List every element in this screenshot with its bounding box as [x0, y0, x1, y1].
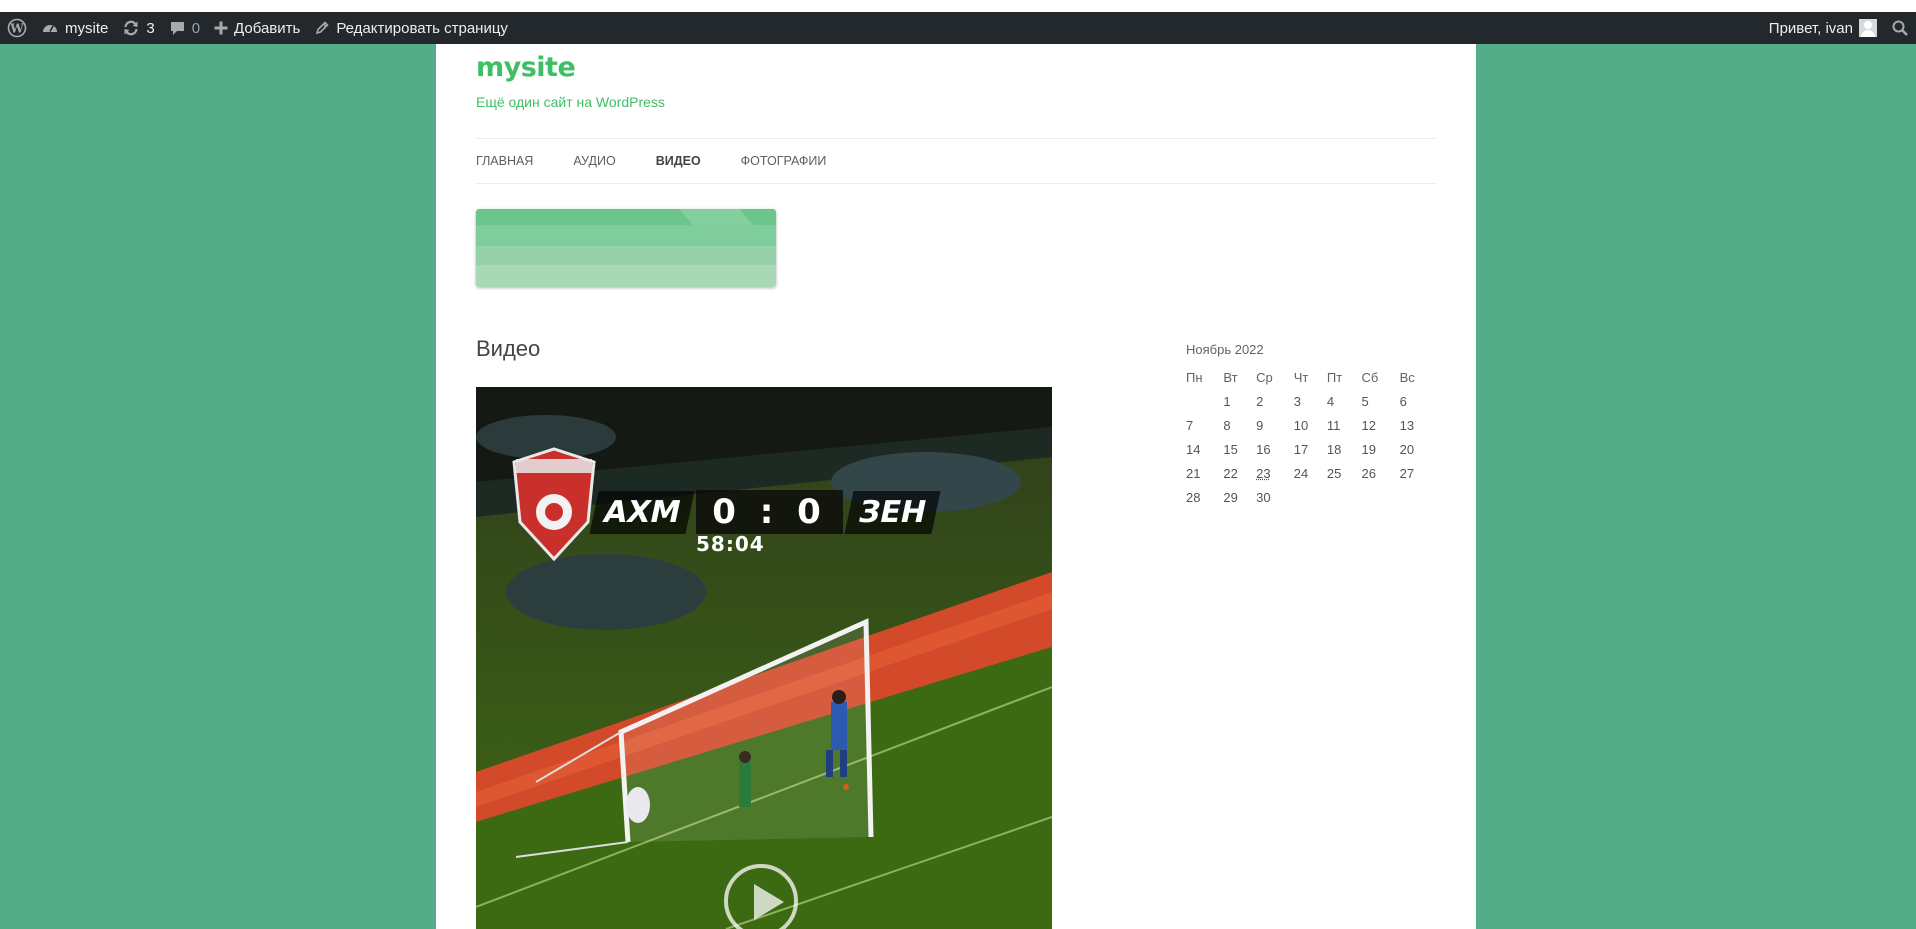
updates-icon	[124, 20, 138, 36]
calendar-day: 4	[1326, 393, 1335, 409]
weekday-header: Ср	[1256, 369, 1273, 385]
page-title: Видео	[476, 336, 541, 361]
plus-icon	[214, 21, 228, 35]
site-description: Ещё один сайт на WordPress	[476, 94, 665, 110]
calendar-day	[1400, 485, 1434, 509]
calendar-day: 22	[1223, 465, 1238, 481]
calendar-day: 24	[1293, 465, 1309, 481]
calendar-day: 19	[1361, 441, 1376, 457]
calendar-day: 13	[1399, 417, 1415, 433]
calendar-day: 15	[1223, 441, 1238, 457]
match-time-label: 58:04	[696, 532, 765, 556]
calendar-day	[1327, 485, 1362, 509]
calendar-day	[1294, 485, 1327, 509]
calendar-day: 14	[1186, 441, 1201, 457]
updates-menu[interactable]: 3	[115, 12, 161, 44]
main-navigation: ГЛАВНАЯ АУДИО ВИДЕО ФОТОГРАФИИ	[476, 138, 1436, 184]
add-new-label: Добавить	[234, 19, 301, 37]
site-name-label: mysite	[65, 19, 109, 37]
nav-item-audio[interactable]: АУДИО	[573, 154, 615, 168]
video-thumbnail	[476, 387, 1052, 929]
calendar-day	[1186, 389, 1223, 413]
calendar-day: 21	[1186, 465, 1201, 481]
comments-menu[interactable]: 0	[162, 12, 207, 44]
calendar-day: 16	[1256, 441, 1271, 457]
calendar-day: 25	[1326, 465, 1342, 481]
site-title-link[interactable]: mysite	[476, 52, 576, 83]
greeting-label: Привет, ivan	[1768, 19, 1853, 37]
calendar-day-today: 23	[1256, 465, 1271, 481]
scoreboard: АХМ 0 : 0 ЗЕН	[589, 487, 941, 537]
nav-item-video[interactable]: ВИДЕО	[656, 154, 701, 168]
calendar-widget: Ноябрь 2022 Пн Вт Ср Чт Пт Сб Вс 1 2 3 4…	[1186, 341, 1436, 509]
calendar-week: 14 15 16 17 18 19 20	[1186, 437, 1434, 461]
calendar-day: 9	[1256, 417, 1264, 433]
calendar-day: 10	[1293, 417, 1309, 433]
avatar	[1859, 19, 1877, 37]
weekday-header: Вт	[1223, 369, 1238, 385]
browser-top-strip	[0, 0, 1916, 12]
calendar-day: 8	[1223, 417, 1231, 433]
admin-bar: W mysite 3 0 Добавить Редактировать стра…	[0, 12, 1916, 44]
my-account-menu[interactable]: Привет, ivan	[1762, 12, 1884, 44]
calendar-day: 7	[1186, 417, 1194, 433]
calendar-day: 1	[1223, 393, 1231, 409]
weekday-header: Сб	[1361, 369, 1379, 385]
weekday-header: Чт	[1293, 369, 1309, 385]
calendar-day: 26	[1361, 465, 1376, 481]
calendar-day: 5	[1361, 393, 1369, 409]
calendar-day: 2	[1256, 393, 1264, 409]
calendar-table: Пн Вт Ср Чт Пт Сб Вс 1 2 3 4 5 6 7 8 9 1…	[1186, 365, 1434, 509]
site-name-menu[interactable]: mysite	[34, 12, 115, 44]
dashboard-icon	[43, 25, 57, 32]
new-content-menu[interactable]: Добавить	[207, 12, 307, 44]
weekday-header: Вс	[1399, 369, 1415, 385]
wp-logo-menu[interactable]: W	[0, 12, 34, 44]
calendar-week: 1 2 3 4 5 6	[1186, 389, 1434, 413]
calendar-day: 3	[1293, 393, 1301, 409]
away-team-label: ЗЕН	[844, 490, 941, 534]
pencil-icon	[316, 21, 329, 35]
nav-item-home[interactable]: ГЛАВНАЯ	[476, 154, 533, 168]
weekday-header: Пн	[1186, 369, 1203, 385]
header-image	[476, 209, 776, 287]
calendar-day: 18	[1326, 441, 1342, 457]
weekday-header: Пт	[1326, 369, 1343, 385]
video-player[interactable]: АХМ 0 : 0 ЗЕН 58:04	[476, 387, 1052, 929]
calendar-day: 12	[1361, 417, 1376, 433]
calendar-day: 28	[1186, 489, 1201, 505]
edit-page-label: Редактировать страницу	[336, 19, 508, 37]
page-container: mysite Ещё один сайт на WordPress ГЛАВНА…	[436, 44, 1476, 929]
calendar-day: 11	[1326, 417, 1341, 433]
search-icon	[1892, 20, 1908, 36]
calendar-day: 6	[1399, 393, 1407, 409]
nav-item-photos[interactable]: ФОТОГРАФИИ	[741, 154, 827, 168]
calendar-day: 30	[1256, 489, 1271, 505]
comment-icon	[170, 21, 184, 35]
score-label: 0 : 0	[696, 490, 843, 534]
play-icon[interactable]	[724, 864, 798, 929]
svg-text:W: W	[9, 22, 24, 36]
calendar-day: 17	[1293, 441, 1309, 457]
search-toggle[interactable]	[1884, 12, 1916, 44]
calendar-day: 20	[1399, 441, 1415, 457]
calendar-week: 28 29 30	[1186, 485, 1434, 509]
wordpress-logo-icon: W	[7, 18, 27, 38]
updates-count: 3	[146, 19, 155, 37]
edit-page-link[interactable]: Редактировать страницу	[307, 12, 515, 44]
calendar-day: 29	[1223, 489, 1238, 505]
comments-count: 0	[191, 19, 201, 37]
calendar-caption: Ноябрь 2022	[1186, 342, 1264, 357]
calendar-day: 27	[1399, 465, 1415, 481]
calendar-week: 7 8 9 10 11 12 13	[1186, 413, 1434, 437]
calendar-week: 21 22 23 24 25 26 27	[1186, 461, 1434, 485]
home-team-label: АХМ	[589, 490, 695, 534]
calendar-day	[1362, 485, 1400, 509]
